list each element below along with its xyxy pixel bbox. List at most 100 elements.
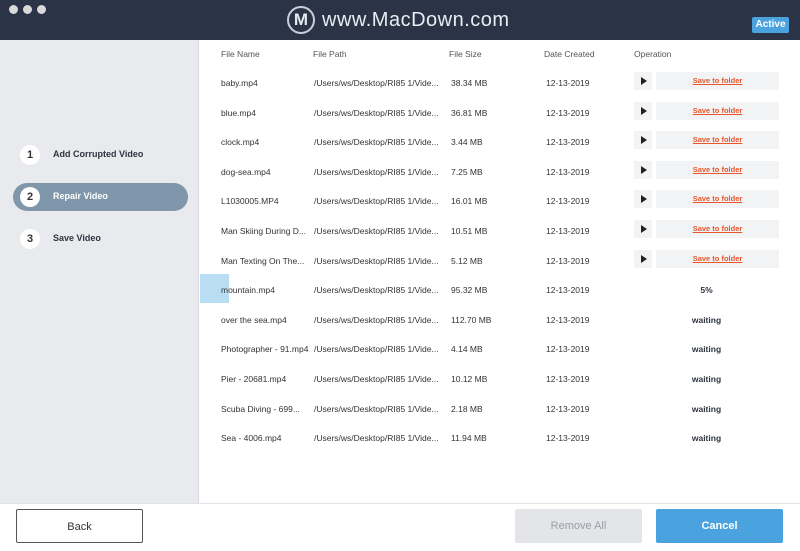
repair-status: waiting (691, 403, 722, 414)
date-created-cell: 12-13-2019 (546, 166, 590, 177)
back-button[interactable]: Back (16, 509, 143, 543)
play-icon (641, 195, 647, 204)
file-path-cell: /Users/ws/Desktop/RI85 1/Vide... (314, 137, 439, 148)
date-created-cell: 12-13-2019 (546, 78, 590, 88)
title-bar: M www.MacDown.com Active (0, 0, 800, 40)
step-save-video: 3 Save Video (13, 225, 188, 253)
date-created-cell: 12-13-2019 (546, 107, 590, 118)
file-name-cell: over the sea.mp4 (221, 314, 287, 325)
file-size-cell: 2.18 MB (451, 403, 483, 414)
date-created-cell: 12-13-2019 (546, 374, 590, 384)
table-row[interactable]: mountain.mp4/Users/ws/Desktop/RI85 1/Vid… (200, 275, 798, 305)
play-icon (641, 165, 647, 174)
play-preview-button[interactable] (634, 101, 652, 120)
table-row[interactable]: Man Skiing During D... /Users/ws/Desktop/… (200, 216, 798, 246)
file-path-cell: /Users/ws/Desktop/RI85 1/Vide... (314, 285, 439, 296)
table-row[interactable]: over the sea.mp4/Users/ws/Desktop/RI85 1… (200, 305, 798, 335)
play-preview-button[interactable] (634, 72, 652, 90)
file-name-cell: dog-sea.mp4 (221, 166, 271, 177)
file-path-cell: /Users/ws/Desktop/RI85 1/Vide... (314, 226, 439, 236)
save-to-folder-button[interactable]: Save to folder (656, 101, 779, 120)
save-to-folder-button[interactable]: Save to folder (656, 190, 779, 209)
header-date-created: Date Created (544, 49, 595, 59)
file-name-cell: Pier - 20681.mp4 (221, 374, 287, 384)
steps-sidebar: 1 Add Corrupted Video 2 Repair Video 3 S… (0, 40, 199, 503)
file-name-cell: L1030005.MP4 (221, 196, 279, 207)
play-preview-button[interactable] (634, 190, 652, 209)
table-row[interactable]: blue.mp4/Users/ws/Desktop/RI85 1/Vide...… (200, 98, 798, 128)
save-to-folder-button[interactable]: Save to folder (656, 220, 779, 238)
active-badge[interactable]: Active (752, 17, 789, 33)
header-file-path: File Path (313, 49, 347, 59)
footer-bar: Back Remove All Cancel (0, 503, 800, 551)
file-path-cell: /Users/ws/Desktop/RI85 1/Vide... (314, 403, 439, 414)
table-row[interactable]: baby.mp4/Users/ws/Desktop/RI85 1/Vide...… (200, 68, 798, 98)
date-created-cell: 12-13-2019 (546, 137, 590, 148)
file-size-cell: 10.51 MB (451, 226, 488, 236)
remove-all-button[interactable]: Remove All (515, 509, 642, 543)
table-row[interactable]: clock.mp4/Users/ws/Desktop/RI85 1/Vide..… (200, 127, 798, 157)
save-to-folder-button[interactable]: Save to folder (656, 160, 779, 179)
step-number: 2 (20, 187, 40, 207)
play-icon (641, 136, 647, 145)
window-minimize-button[interactable] (23, 5, 32, 14)
table-row[interactable]: Man Texting On The... /Users/ws/Desktop/R… (200, 246, 798, 276)
file-name-cell: Sea - 4006.mp4 (221, 433, 282, 444)
file-path-cell: /Users/ws/Desktop/RI85 1/Vide... (314, 344, 439, 355)
table-row[interactable]: dog-sea.mp4/Users/ws/Desktop/RI85 1/Vide… (200, 157, 798, 187)
file-name-cell: Man Skiing During D... (221, 226, 307, 236)
save-to-folder-button[interactable]: Save to folder (656, 131, 779, 150)
file-path-cell: /Users/ws/Desktop/RI85 1/Vide... (314, 166, 439, 177)
file-path-cell: /Users/ws/Desktop/RI85 1/Vide... (314, 314, 439, 325)
play-preview-button[interactable] (634, 131, 652, 150)
play-icon (641, 77, 647, 85)
step-number: 3 (20, 229, 40, 249)
file-name-cell: clock.mp4 (221, 137, 260, 148)
file-table: File Name File Path File Size Date Creat… (200, 40, 798, 503)
file-size-cell: 16.01 MB (451, 196, 488, 207)
header-file-name: File Name (221, 49, 260, 59)
step-add-corrupted-video: 1 Add Corrupted Video (13, 141, 188, 169)
file-size-cell: 38.34 MB (451, 78, 488, 88)
date-created-cell: 12-13-2019 (546, 433, 590, 444)
cancel-button[interactable]: Cancel (656, 509, 783, 543)
table-row[interactable]: Photographer - 91.mp4/Users/ws/Desktop/R… (200, 334, 798, 364)
step-label: Save Video (53, 233, 101, 243)
watermark-text: www.MacDown.com (322, 9, 510, 31)
file-size-cell: 11.94 MB (451, 433, 487, 444)
play-preview-button[interactable] (634, 160, 652, 179)
file-size-cell: 3.44 MB (451, 137, 483, 148)
header-file-size: File Size (449, 49, 482, 59)
save-to-folder-button[interactable]: Save to folder (656, 72, 779, 90)
step-label: Repair Video (53, 191, 108, 201)
file-path-cell: /Users/ws/Desktop/RI85 1/Vide... (314, 107, 439, 118)
table-row[interactable]: Scuba Diving - 699... /Users/ws/Desktop/R… (200, 394, 798, 424)
repair-status: waiting (691, 314, 722, 325)
table-row[interactable]: Sea - 4006.mp4/Users/ws/Desktop/RI85 1/V… (200, 423, 798, 453)
play-preview-button[interactable] (634, 249, 652, 268)
file-path-cell: /Users/ws/Desktop/RI85 1/Vide... (314, 255, 439, 266)
play-preview-button[interactable] (634, 220, 652, 238)
repair-status: 5% (700, 285, 713, 296)
file-size-cell: 10.12 MB (451, 374, 488, 384)
table-row[interactable]: Pier - 20681.mp4/Users/ws/Desktop/RI85 1… (200, 364, 798, 394)
file-size-cell: 36.81 MB (451, 107, 488, 118)
date-created-cell: 12-13-2019 (546, 314, 590, 325)
file-name-cell: blue.mp4 (221, 107, 256, 118)
file-path-cell: /Users/ws/Desktop/RI85 1/Vide... (314, 78, 439, 88)
date-created-cell: 12-13-2019 (546, 285, 590, 296)
date-created-cell: 12-13-2019 (546, 196, 590, 207)
repair-status: waiting (691, 344, 722, 355)
step-label: Add Corrupted Video (53, 149, 144, 159)
file-size-cell: 7.25 MB (451, 166, 483, 177)
header-operation: Operation (634, 49, 672, 59)
window-close-button[interactable] (9, 5, 18, 14)
file-size-cell: 5.12 MB (451, 255, 483, 266)
save-to-folder-button[interactable]: Save to folder (656, 249, 779, 268)
file-name-cell: Photographer - 91.mp4 (221, 344, 309, 355)
table-row[interactable]: L1030005.MP4/Users/ws/Desktop/RI85 1/Vid… (200, 186, 798, 216)
watermark-logo-icon: M (287, 6, 315, 34)
window-zoom-button[interactable] (37, 5, 46, 14)
file-path-cell: /Users/ws/Desktop/RI85 1/Vide... (314, 433, 439, 444)
file-name-cell: Man Texting On The... (221, 255, 305, 266)
